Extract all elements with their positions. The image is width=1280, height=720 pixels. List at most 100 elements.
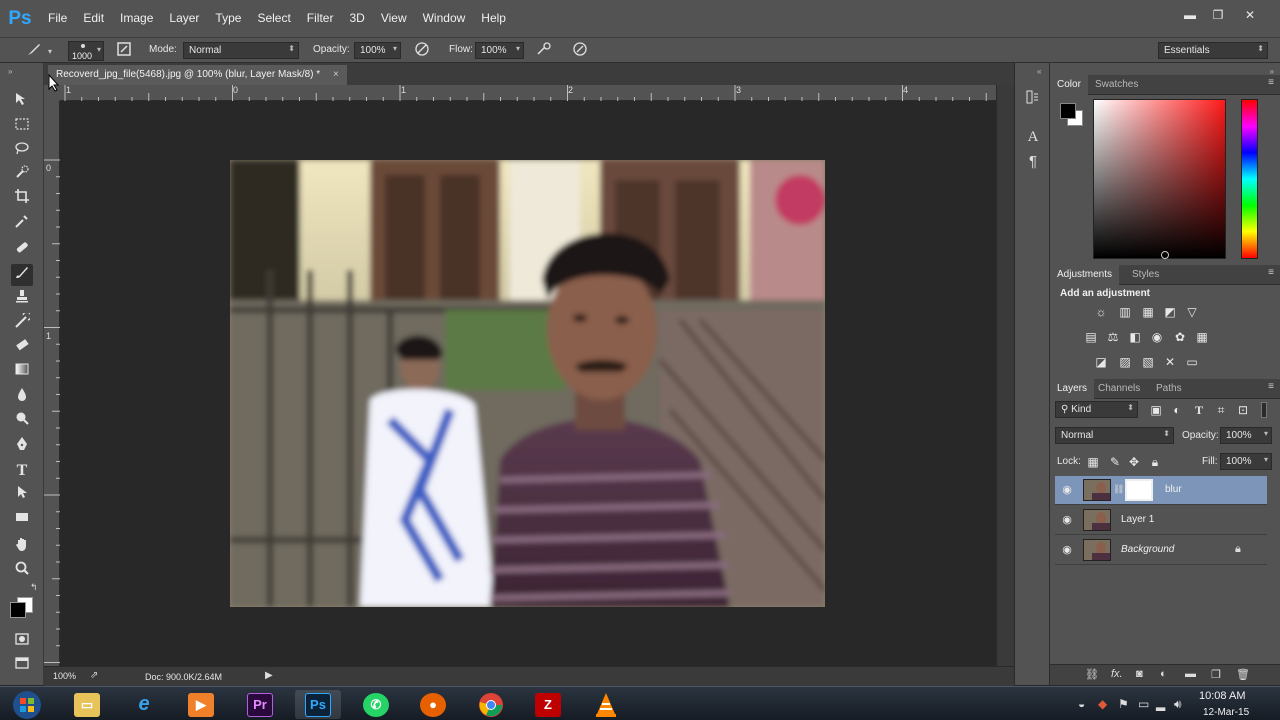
vlc-icon[interactable]: [583, 690, 629, 719]
status-menu-arrow-icon[interactable]: ▶: [265, 670, 273, 681]
gradient-map-icon[interactable]: ▭: [1183, 354, 1201, 370]
filter-adjustment-icon[interactable]: ◐: [1168, 402, 1186, 418]
document-image[interactable]: [230, 160, 825, 607]
tab-color[interactable]: Color: [1050, 75, 1088, 95]
volume-tray-icon[interactable]: 🔊︎: [1174, 697, 1182, 712]
display-tray-icon[interactable]: ▭: [1138, 697, 1149, 711]
filter-shape-icon[interactable]: ⌗: [1212, 402, 1230, 418]
mode-select[interactable]: Normal ⬍: [183, 42, 299, 59]
adjustment-layer-icon[interactable]: ◐: [1160, 668, 1167, 680]
menu-view[interactable]: View: [373, 0, 415, 37]
eyedropper-tool-icon[interactable]: [11, 213, 33, 235]
lock-image-icon[interactable]: ✎: [1106, 454, 1124, 470]
black-white-icon[interactable]: ◧: [1126, 329, 1144, 345]
brush-size-picker[interactable]: 1000 ▾: [68, 41, 104, 61]
tab-layers[interactable]: Layers: [1050, 379, 1095, 399]
flag-tray-icon[interactable]: ⚑: [1118, 697, 1129, 711]
hue-saturation-icon[interactable]: ▤: [1082, 329, 1100, 345]
exposure-icon[interactable]: ◩: [1161, 304, 1179, 320]
lasso-tool-icon[interactable]: [11, 140, 33, 162]
eye-icon[interactable]: ◉: [1060, 483, 1074, 497]
layer-thumbnail[interactable]: [1083, 509, 1111, 531]
history-panel-icon[interactable]: [1023, 89, 1043, 109]
foreground-color-swatch[interactable]: [10, 602, 26, 618]
filezilla-icon[interactable]: Z: [525, 690, 571, 719]
clock-time[interactable]: 10:08 AM: [1199, 690, 1245, 702]
link-layers-icon[interactable]: ⛓: [1085, 668, 1099, 681]
wifi-tray-icon[interactable]: ▂: [1156, 697, 1165, 711]
marquee-tool-icon[interactable]: [11, 116, 33, 138]
crop-tool-icon[interactable]: [11, 188, 33, 210]
menu-layer[interactable]: Layer: [161, 0, 207, 37]
blur-tool-icon[interactable]: [11, 386, 33, 408]
color-field[interactable]: [1093, 99, 1226, 259]
filter-toggle-switch[interactable]: [1261, 402, 1267, 418]
levels-icon[interactable]: ▥: [1116, 304, 1134, 320]
pressure-opacity-icon[interactable]: [412, 41, 432, 61]
horizontal-ruler[interactable]: 1 0 1 2 3 4: [60, 85, 996, 101]
lock-all-icon[interactable]: 🔒︎: [1146, 454, 1164, 470]
layer-row[interactable]: ◉ Layer 1: [1055, 506, 1267, 535]
filter-pixel-icon[interactable]: ▣: [1147, 402, 1165, 418]
channel-mixer-icon[interactable]: ✿: [1171, 329, 1189, 345]
layer-name[interactable]: Layer 1: [1121, 514, 1154, 525]
layer-filter-select[interactable]: ⚲ Kind ⬍: [1055, 401, 1138, 418]
brush-tool-preset-icon[interactable]: [24, 41, 44, 61]
curves-icon[interactable]: ▦: [1139, 304, 1157, 320]
restore-button[interactable]: ❐: [1204, 8, 1232, 26]
share-icon[interactable]: ⇗: [90, 670, 98, 681]
character-panel-icon[interactable]: A: [1023, 127, 1043, 147]
selective-color-icon[interactable]: ✕: [1161, 354, 1179, 370]
color-lookup-icon[interactable]: ▦: [1193, 329, 1211, 345]
pressure-size-icon[interactable]: [570, 41, 590, 61]
start-button[interactable]: [4, 690, 50, 719]
firefox-icon[interactable]: ●: [410, 690, 456, 719]
eraser-tool-icon[interactable]: [11, 337, 33, 359]
panel-menu-icon[interactable]: ≡: [1268, 77, 1274, 88]
eye-icon[interactable]: ◉: [1060, 543, 1074, 557]
blend-mode-select[interactable]: Normal ⬍: [1055, 427, 1174, 444]
menu-window[interactable]: Window: [415, 0, 474, 37]
tab-paths[interactable]: Paths: [1149, 379, 1189, 399]
close-button[interactable]: ✕: [1236, 8, 1264, 26]
whatsapp-icon[interactable]: ✆: [353, 690, 399, 719]
history-brush-tool-icon[interactable]: [11, 311, 33, 335]
vertical-scrollbar[interactable]: [996, 85, 1014, 666]
internet-explorer-icon[interactable]: e: [121, 690, 167, 719]
chevron-down-icon[interactable]: ▾: [48, 47, 52, 56]
layer-row[interactable]: ◉ Background 🔒︎: [1055, 536, 1267, 565]
layer-row[interactable]: ◉ ⛓ blur: [1055, 476, 1267, 505]
gradient-tool-icon[interactable]: [11, 361, 33, 383]
zoom-level[interactable]: 100%: [53, 671, 76, 681]
foreground-color-swatch[interactable]: [1060, 103, 1076, 119]
collapse-icon[interactable]: «: [1037, 67, 1041, 76]
tab-channels[interactable]: Channels: [1091, 379, 1147, 399]
tray-app-icon[interactable]: ◆: [1098, 697, 1107, 711]
menu-image[interactable]: Image: [112, 0, 161, 37]
opacity-input[interactable]: 100% ▾: [354, 42, 401, 59]
photoshop-taskbar-icon[interactable]: Ps: [295, 690, 341, 719]
tab-adjustments[interactable]: Adjustments: [1050, 265, 1120, 285]
layer-mask-thumbnail[interactable]: [1125, 479, 1153, 501]
screen-mode-icon[interactable]: [11, 655, 33, 677]
move-tool-icon[interactable]: [11, 91, 33, 113]
rectangle-tool-icon[interactable]: [11, 509, 33, 531]
brush-tool-icon[interactable]: [11, 264, 33, 286]
eye-icon[interactable]: ◉: [1060, 513, 1074, 527]
clock-date[interactable]: 12-Mar-15: [1203, 707, 1249, 718]
new-group-icon[interactable]: ▬: [1185, 668, 1196, 680]
document-tab[interactable]: Recoverd_jpg_file(5468).jpg @ 100% (blur…: [48, 65, 347, 85]
brightness-contrast-icon[interactable]: ☼: [1092, 304, 1110, 320]
fx-icon[interactable]: fx.: [1111, 668, 1123, 680]
trash-icon[interactable]: 🗑︎: [1236, 668, 1250, 681]
minimize-button[interactable]: ▬: [1176, 8, 1204, 26]
quick-selection-tool-icon[interactable]: [11, 164, 33, 186]
layer-opacity-input[interactable]: 100% ▾: [1220, 427, 1272, 444]
airbrush-icon[interactable]: [534, 41, 554, 61]
layer-name[interactable]: blur: [1165, 484, 1182, 495]
workspace-select[interactable]: Essentials ⬍: [1158, 42, 1268, 59]
add-mask-icon[interactable]: ◙: [1136, 668, 1143, 680]
menu-3d[interactable]: 3D: [341, 0, 372, 37]
pen-tool-icon[interactable]: [11, 436, 33, 458]
lock-position-icon[interactable]: ✥: [1125, 454, 1143, 470]
